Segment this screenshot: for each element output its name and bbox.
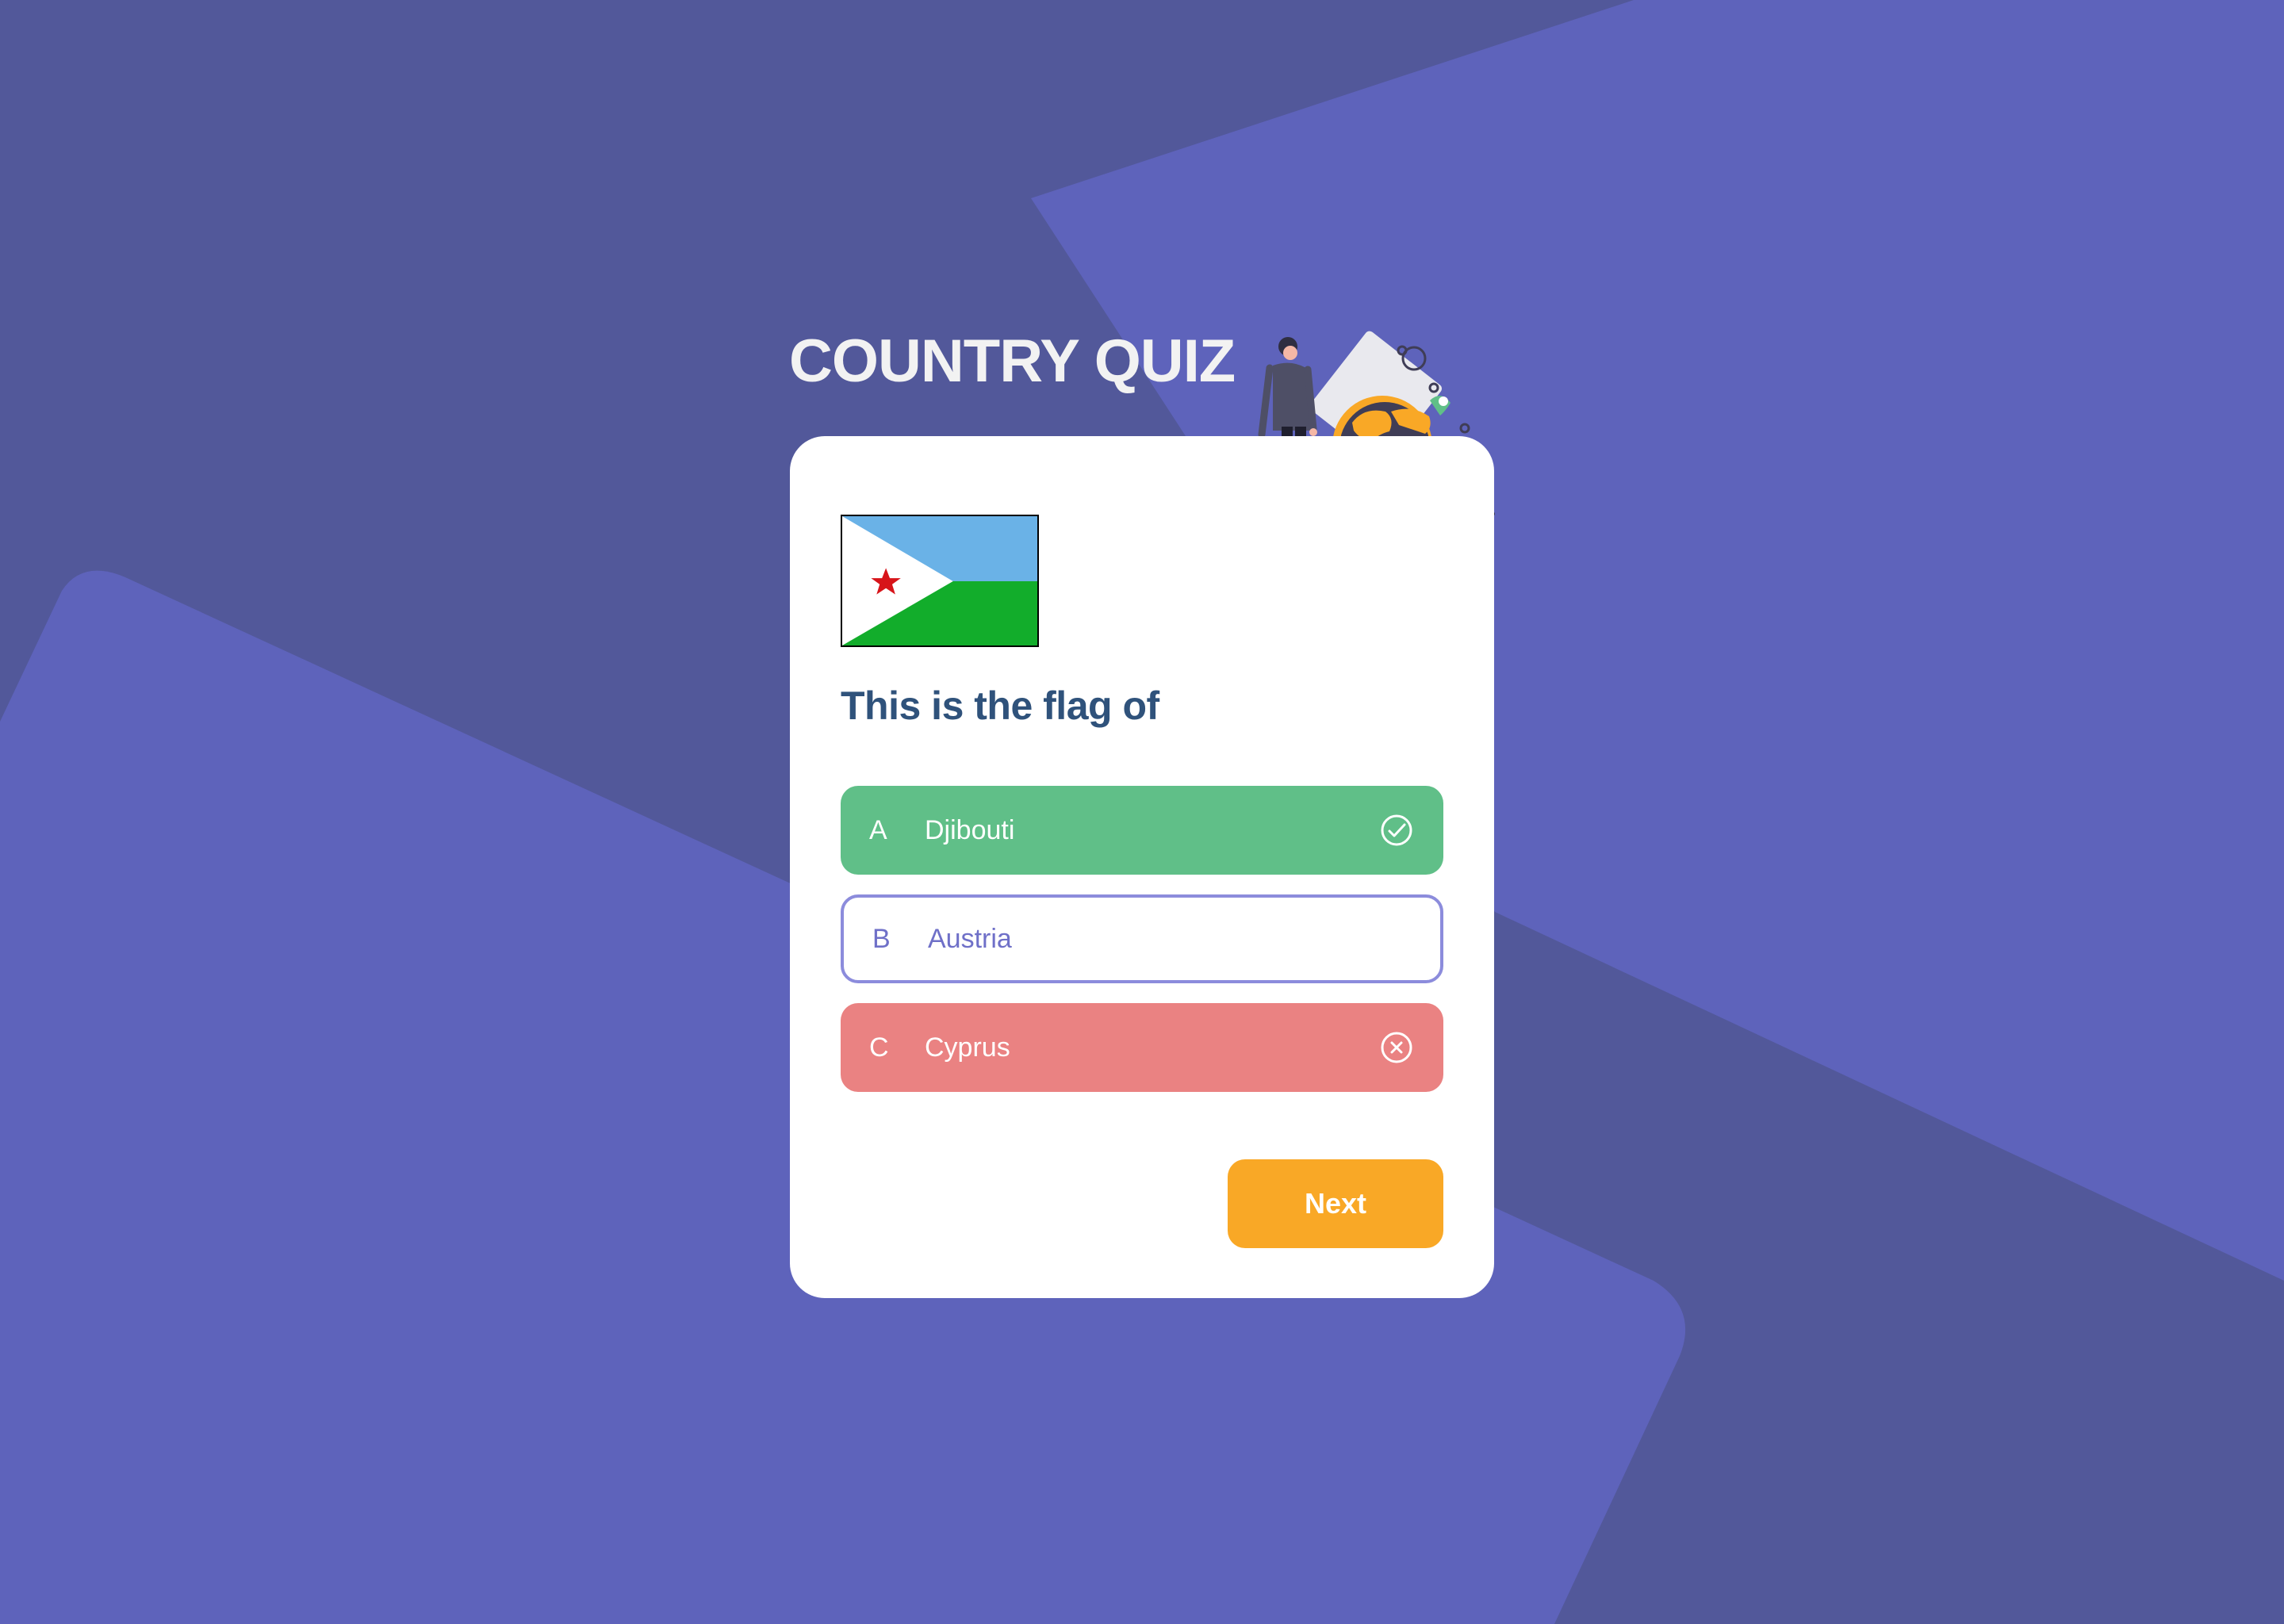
answer-list: A Djibouti B Austria C Cyprus <box>841 786 1443 1112</box>
answer-label: Djibouti <box>925 814 1015 845</box>
answer-letter: B <box>872 923 891 954</box>
check-circle-icon <box>1381 814 1412 846</box>
djibouti-flag-icon <box>842 516 1037 645</box>
page-title: COUNTRY QUIZ <box>789 327 1236 395</box>
quiz-card: This is the flag of A Djibouti B Austria… <box>790 436 1494 1298</box>
next-button[interactable]: Next <box>1228 1159 1443 1248</box>
answer-option-b[interactable]: B Austria <box>841 894 1443 983</box>
flag-image <box>841 515 1039 647</box>
answer-label: Cyprus <box>925 1032 1010 1063</box>
answer-option-c[interactable]: C Cyprus <box>841 1003 1443 1092</box>
answer-letter: C <box>869 1032 889 1063</box>
answer-label: Austria <box>928 923 1012 954</box>
answer-letter: A <box>869 814 887 845</box>
x-circle-icon <box>1381 1032 1412 1063</box>
question-text: This is the flag of <box>841 684 1159 728</box>
answer-option-a[interactable]: A Djibouti <box>841 786 1443 875</box>
